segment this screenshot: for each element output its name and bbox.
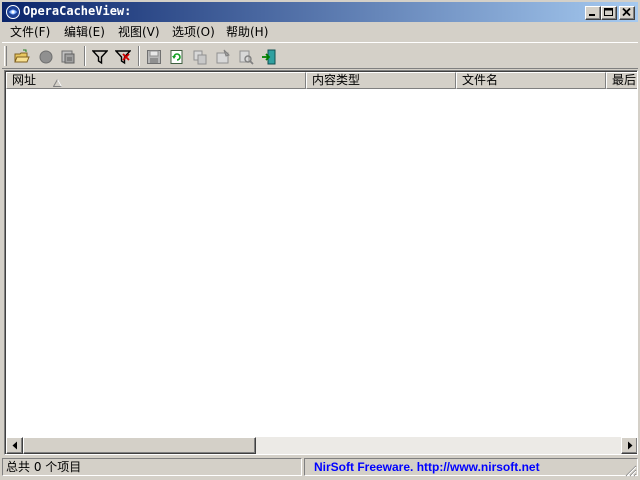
status-item-count: 总共 0 个项目 (2, 458, 302, 476)
sort-ascending-icon (52, 76, 63, 88)
column-header-filename[interactable]: 文件名 (456, 72, 606, 89)
open-folder-button[interactable] (11, 46, 33, 68)
status-bar: 总共 0 个项目 NirSoft Freeware. http://www.ni… (2, 457, 638, 478)
clear-filter-button[interactable] (112, 46, 134, 68)
exit-button[interactable] (258, 46, 280, 68)
cache-list[interactable]: 网址 内容类型 文件名 最后 (4, 70, 638, 455)
item-count-text: 总共 0 个项目 (6, 460, 82, 474)
menu-options[interactable]: 选项(O) (172, 24, 215, 40)
column-header-url[interactable]: 网址 (6, 72, 306, 89)
close-button[interactable] (619, 6, 635, 20)
column-header-label: 网址 (12, 73, 37, 87)
column-header-label: 最后 (612, 73, 637, 87)
minimize-button[interactable] (585, 6, 601, 20)
copy-button[interactable] (189, 46, 211, 68)
save-button[interactable] (143, 46, 165, 68)
scroll-left-button[interactable] (6, 437, 23, 454)
toolbar-separator (84, 46, 86, 66)
stop-button[interactable] (35, 46, 57, 68)
menu-edit[interactable]: 编辑(E) (64, 24, 105, 40)
menu-file[interactable]: 文件(F) (10, 24, 50, 40)
status-link-panel: NirSoft Freeware. http://www.nirsoft.net (304, 458, 638, 476)
window-title: OperaCacheView: (23, 4, 132, 18)
column-header-last[interactable]: 最后 (606, 72, 637, 89)
column-header-label: 文件名 (462, 73, 499, 87)
column-header-row: 网址 内容类型 文件名 最后 (6, 72, 637, 89)
refresh-cache-button[interactable] (57, 46, 79, 68)
column-header-label: 内容类型 (312, 73, 361, 87)
title-bar[interactable]: OperaCacheView: (2, 2, 638, 22)
maximize-button[interactable] (601, 6, 617, 20)
properties-button[interactable] (212, 46, 234, 68)
toolbar-grip[interactable] (4, 46, 7, 66)
app-window: OperaCacheView: 文件(F) 编辑(E) 视图(V) 选项(O) … (0, 0, 640, 480)
filter-button[interactable] (89, 46, 111, 68)
resize-grip-icon[interactable] (625, 465, 637, 477)
scroll-right-button[interactable] (621, 437, 637, 454)
horizontal-scrollbar[interactable] (6, 437, 637, 454)
toolbar-separator (138, 46, 140, 66)
menu-help[interactable]: 帮助(H) (226, 24, 268, 40)
find-button[interactable] (235, 46, 257, 68)
menu-bar: 文件(F) 编辑(E) 视图(V) 选项(O) 帮助(H) (2, 22, 638, 41)
menu-view[interactable]: 视图(V) (118, 24, 160, 40)
reload-button[interactable] (166, 46, 188, 68)
scroll-thumb[interactable] (23, 437, 256, 454)
toolbar (2, 42, 638, 69)
column-header-content-type[interactable]: 内容类型 (306, 72, 456, 89)
nirsoft-link[interactable]: NirSoft Freeware. http://www.nirsoft.net (308, 460, 540, 474)
app-icon[interactable] (5, 4, 21, 20)
